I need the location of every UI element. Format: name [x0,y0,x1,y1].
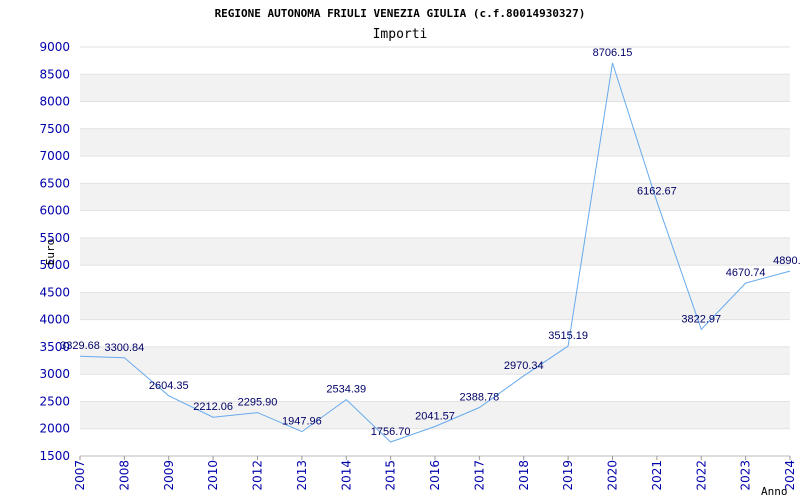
grid-band [80,210,790,238]
grid-band [80,346,790,375]
data-label: 3329.68 [60,340,100,352]
x-tick-label: 2023 [739,460,753,491]
x-axis-ticks: 2007 2008 2009 2010 2012 2013 2014 2015 2016 2017… [73,456,797,491]
data-label: 3822.97 [681,313,721,325]
x-tick-label: 2013 [295,460,309,491]
y-axis-label: Euro [44,239,57,266]
data-label: 2041.57 [415,410,455,422]
grid-band [80,47,790,75]
data-label: 4890.8 [773,255,800,267]
y-tick-label: 4500 [39,285,70,299]
y-tick-label: 9000 [39,40,70,54]
grid-band [80,74,790,102]
chart-title: REGIONE AUTONOMA FRIULI VENEZIA GIULIA (… [215,7,586,20]
x-tick-label: 2021 [650,460,664,491]
x-axis-label: Anno [761,485,788,498]
data-label: 6162.67 [637,186,677,198]
x-tick-label: 2015 [384,460,398,491]
data-label: 3300.84 [104,342,144,354]
x-tick-label: 2022 [694,460,708,491]
grid-band [80,101,790,129]
x-tick-label: 2007 [73,460,87,491]
x-tick-label: 2019 [561,460,575,491]
y-tick-label: 7000 [39,149,70,163]
y-tick-label: 2500 [39,394,70,408]
data-label: 4670.74 [726,267,766,279]
x-tick-label: 2008 [117,460,131,491]
x-tick-label: 2012 [251,460,265,491]
data-label: 2534.39 [326,384,366,396]
x-tick-label: 2016 [428,460,442,491]
chart: 1500200025003000350040004500500055006000… [39,7,800,498]
x-tick-label: 2009 [162,460,176,491]
data-label: 8706.15 [593,47,633,59]
y-tick-label: 8500 [39,67,70,81]
data-label: 2212.06 [193,401,233,413]
data-label: 1756.70 [371,426,411,438]
y-tick-label: 2000 [39,422,70,436]
data-label: 2388.78 [459,392,499,404]
data-label: 2970.34 [504,360,544,372]
grid-band [80,183,790,211]
y-tick-label: 3000 [39,367,70,381]
grid-band [80,237,790,266]
y-tick-label: 1500 [39,449,70,463]
data-label: 3515.19 [548,330,588,342]
y-tick-label: 7500 [39,122,70,136]
grid-bands [80,47,790,456]
y-tick-label: 8000 [39,95,70,109]
grid-band [80,128,790,157]
data-label: 2604.35 [149,380,189,392]
x-tick-label: 2020 [606,460,620,491]
grid-band [80,428,790,456]
y-tick-label: 6000 [39,204,70,218]
x-tick-label: 2014 [339,460,353,491]
y-tick-label: 4000 [39,313,70,327]
y-tick-label: 6500 [39,176,70,190]
data-label: 1947.96 [282,416,322,428]
x-tick-label: 2018 [517,460,531,491]
x-tick-label: 2017 [472,460,486,491]
chart-subtitle: Importi [373,27,428,42]
grid-band [80,156,790,184]
data-label: 2295.90 [238,397,278,409]
x-tick-label: 2010 [206,460,220,491]
